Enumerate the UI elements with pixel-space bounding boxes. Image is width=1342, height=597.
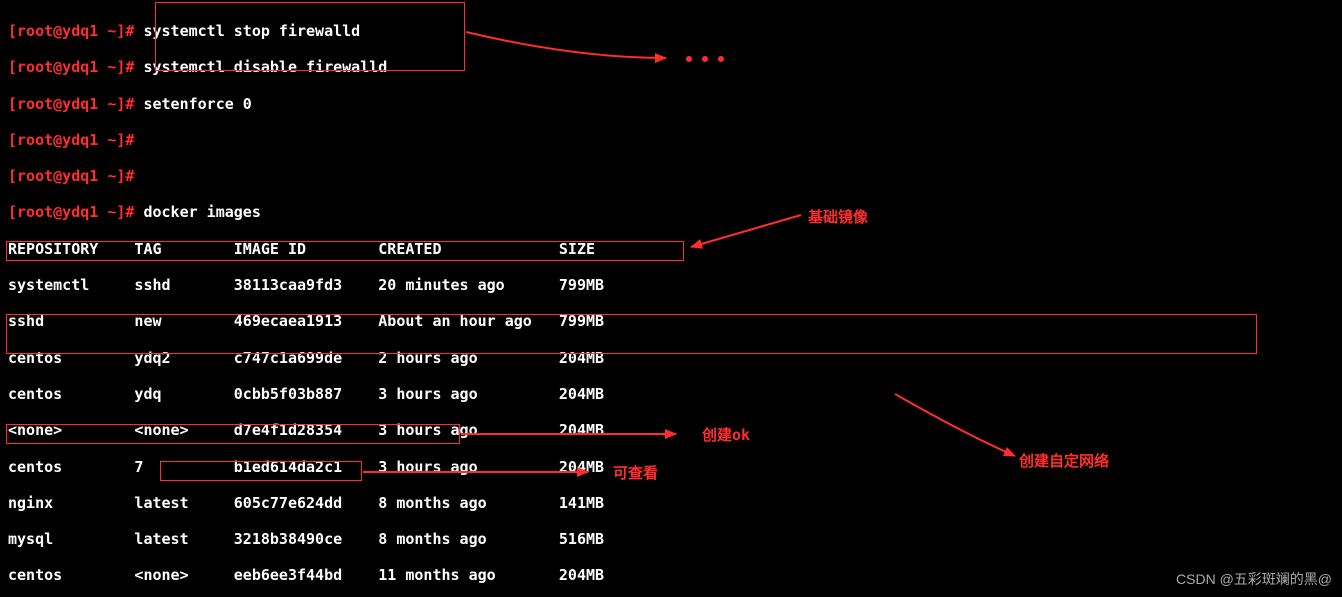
images-row: nginx latest 605c77e624dd 8 months ago 1… [8,494,1334,512]
annotation-create-ok: 创建ok [702,424,750,445]
arrow-icon [461,428,691,440]
prompt: [root@ydq1 ~]# [8,131,134,149]
arrow-icon [895,394,1025,464]
arrow-icon [363,466,603,478]
annotation-create-network: 创建自定网络 [1019,450,1109,471]
images-row: sshd new 469ecaea1913 About an hour ago … [8,312,1334,330]
images-header: REPOSITORY TAG IMAGE ID CREATED SIZE [8,240,1334,258]
command: setenforce 0 [143,95,251,113]
images-row: systemctl sshd 38113caa9fd3 20 minutes a… [8,276,1334,294]
images-row: centos <none> eeb6ee3f44bd 11 months ago… [8,566,1334,584]
annotation-can-view: 可查看 [613,462,658,483]
command: systemctl stop firewalld [143,22,360,40]
prompt: [root@ydq1 ~]# [8,22,134,40]
prompt: [root@ydq1 ~]# [8,95,134,113]
images-row: mysql latest 3218b38490ce 8 months ago 5… [8,530,1334,548]
terminal-output[interactable]: [root@ydq1 ~]# systemctl stop firewalld … [0,0,1342,597]
prompt: [root@ydq1 ~]# [8,203,134,221]
prompt: [root@ydq1 ~]# [8,167,134,185]
prompt: [root@ydq1 ~]# [8,58,134,76]
arrow-icon [466,20,681,65]
arrow-icon [686,215,806,255]
images-row: centos ydq2 c747c1a699de 2 hours ago 204… [8,349,1334,367]
annotation-base-image: 基础镜像 [808,206,868,227]
ellipsis-icon [686,56,724,62]
command: systemctl disable firewalld [143,58,387,76]
images-row: centos 7 b1ed614da2c1 3 hours ago 204MB [8,458,1334,476]
images-row: centos ydq 0cbb5f03b887 3 hours ago 204M… [8,385,1334,403]
watermark: CSDN @五彩斑斓的黑@ [1176,569,1332,589]
command: docker images [143,203,260,221]
